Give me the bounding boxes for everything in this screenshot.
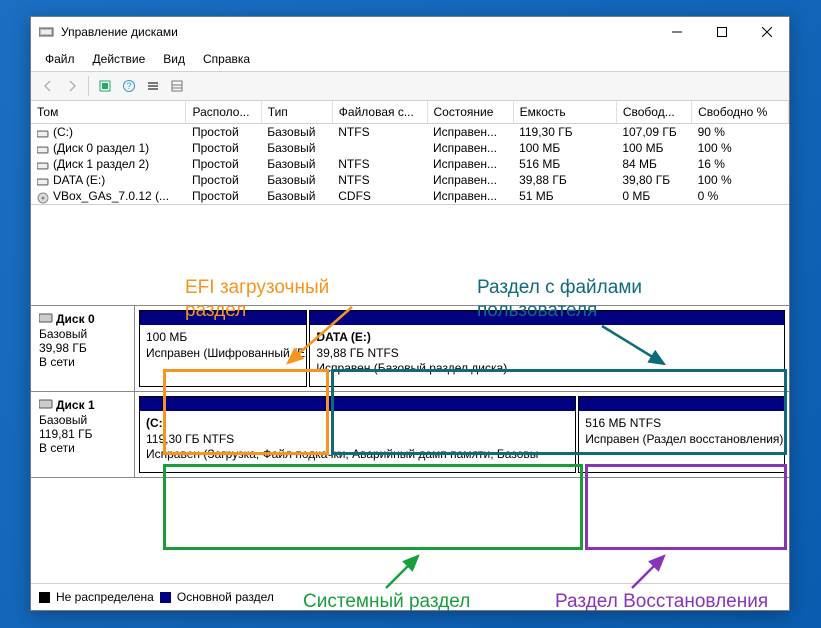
- volume-row[interactable]: (Диск 0 раздел 1)ПростойБазовыйИсправен.…: [31, 140, 789, 156]
- forward-button[interactable]: [61, 75, 83, 97]
- menu-view[interactable]: Вид: [155, 49, 193, 69]
- toolbar: ?: [31, 72, 789, 101]
- disk-management-window: Управление дисками Файл Действие Вид Спр…: [30, 16, 790, 611]
- disk-row: Диск 1Базовый119,81 ГБВ сети(C:)119,30 Г…: [31, 392, 789, 478]
- legend-swatch-primary: [160, 592, 171, 603]
- empty-area: [31, 205, 789, 305]
- partition-details: 516 МБ NTFSИсправен (Раздел восстановлен…: [579, 411, 784, 472]
- svg-text:?: ?: [126, 81, 131, 91]
- hdd-icon: [37, 128, 49, 138]
- column-header[interactable]: Том: [31, 101, 186, 124]
- legend-swatch-unallocated: [39, 592, 50, 603]
- column-header[interactable]: Свободно %: [692, 101, 789, 124]
- partition-details: DATA (E:)39,88 ГБ NTFSИсправен (Базовый …: [310, 325, 784, 386]
- cd-icon: [37, 192, 49, 202]
- partition[interactable]: (C:)119,30 ГБ NTFSИсправен (Загрузка, Фа…: [139, 396, 576, 473]
- toolbar-divider: [88, 76, 89, 96]
- volume-list[interactable]: ТомРасполо...ТипФайловая с...СостояниеЕм…: [31, 101, 789, 205]
- hdd-icon: [37, 176, 49, 186]
- back-button[interactable]: [37, 75, 59, 97]
- menu-action[interactable]: Действие: [85, 49, 154, 69]
- hdd-icon: [37, 144, 49, 154]
- volume-row[interactable]: (Диск 1 раздел 2)ПростойБазовыйNTFSИспра…: [31, 156, 789, 172]
- volume-row[interactable]: VBox_GAs_7.0.12 (...ПростойБазовыйCDFSИс…: [31, 188, 789, 204]
- partition-stripe: [140, 311, 306, 325]
- list-button[interactable]: [142, 75, 164, 97]
- legend-label-primary: Основной раздел: [177, 590, 274, 604]
- partition[interactable]: 516 МБ NTFSИсправен (Раздел восстановлен…: [578, 396, 785, 473]
- titlebar: Управление дисками: [31, 17, 789, 47]
- column-header[interactable]: Тип: [261, 101, 332, 124]
- partition[interactable]: DATA (E:)39,88 ГБ NTFSИсправен (Базовый …: [309, 310, 785, 387]
- column-header[interactable]: Состояние: [427, 101, 513, 124]
- close-button[interactable]: [744, 17, 789, 47]
- partition[interactable]: 100 МБИсправен (Шифрованный (E: [139, 310, 307, 387]
- partition-stripe: [579, 397, 784, 411]
- disk-row: Диск 0Базовый39,98 ГБВ сети100 МБИсправе…: [31, 306, 789, 392]
- detail-button[interactable]: [166, 75, 188, 97]
- menu-help[interactable]: Справка: [195, 49, 258, 69]
- menu-bar: Файл Действие Вид Справка: [31, 47, 789, 72]
- disk-partitions: 100 МБИсправен (Шифрованный (EDATA (E:)3…: [135, 306, 789, 391]
- column-header[interactable]: Файловая с...: [332, 101, 427, 124]
- legend-label-unallocated: Не распределена: [56, 590, 154, 604]
- partition-details: 100 МБИсправен (Шифрованный (E: [140, 325, 306, 386]
- app-icon: [39, 25, 55, 39]
- column-header[interactable]: Располо...: [186, 101, 261, 124]
- volume-row[interactable]: DATA (E:)ПростойБазовыйNTFSИсправен...39…: [31, 172, 789, 188]
- refresh-button[interactable]: [94, 75, 116, 97]
- partition-stripe: [310, 311, 784, 325]
- disk-info: Диск 0Базовый39,98 ГБВ сети: [31, 306, 135, 391]
- column-header[interactable]: Свобод...: [616, 101, 691, 124]
- menu-file[interactable]: Файл: [37, 49, 83, 69]
- minimize-button[interactable]: [654, 17, 699, 47]
- partition-stripe: [140, 397, 575, 411]
- legend: Не распределена Основной раздел: [31, 583, 789, 610]
- hdd-icon: [37, 160, 49, 170]
- disk-info: Диск 1Базовый119,81 ГБВ сети: [31, 392, 135, 477]
- partition-details: (C:)119,30 ГБ NTFSИсправен (Загрузка, Фа…: [140, 411, 575, 472]
- help-button[interactable]: ?: [118, 75, 140, 97]
- column-header[interactable]: Емкость: [513, 101, 616, 124]
- disk-partitions: (C:)119,30 ГБ NTFSИсправен (Загрузка, Фа…: [135, 392, 789, 477]
- hdd-icon: [39, 398, 53, 413]
- window-title: Управление дисками: [61, 25, 654, 39]
- maximize-button[interactable]: [699, 17, 744, 47]
- hdd-icon: [39, 312, 53, 327]
- volume-row[interactable]: (C:)ПростойБазовыйNTFSИсправен...119,30 …: [31, 124, 789, 141]
- disk-map: Диск 0Базовый39,98 ГБВ сети100 МБИсправе…: [31, 305, 789, 478]
